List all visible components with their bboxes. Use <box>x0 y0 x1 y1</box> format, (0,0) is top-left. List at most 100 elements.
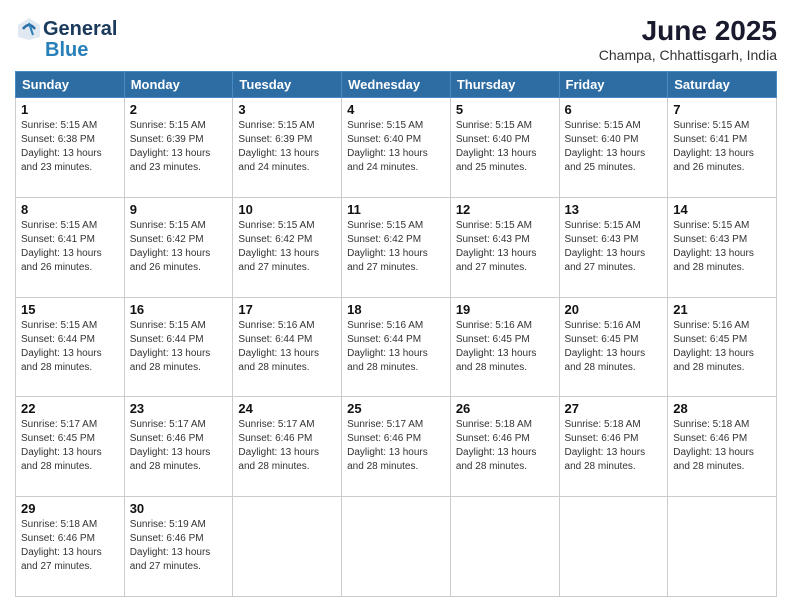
sunrise: Sunrise: 5:16 AM <box>456 320 532 331</box>
daylight: Daylight: 13 hours and 27 minutes. <box>456 248 537 273</box>
day-info: Sunrise: 5:19 AM Sunset: 6:46 PM Dayligh… <box>130 518 228 574</box>
sunrise: Sunrise: 5:15 AM <box>130 320 206 331</box>
col-sunday: Sunday <box>16 72 125 98</box>
day-info: Sunrise: 5:15 AM Sunset: 6:44 PM Dayligh… <box>130 319 228 375</box>
table-row: 5 Sunrise: 5:15 AM Sunset: 6:40 PM Dayli… <box>450 98 559 198</box>
logo-icon <box>15 15 43 43</box>
col-friday: Friday <box>559 72 668 98</box>
table-row: 19 Sunrise: 5:16 AM Sunset: 6:45 PM Dayl… <box>450 297 559 397</box>
table-row: 4 Sunrise: 5:15 AM Sunset: 6:40 PM Dayli… <box>342 98 451 198</box>
table-row: 9 Sunrise: 5:15 AM Sunset: 6:42 PM Dayli… <box>124 197 233 297</box>
table-row: 13 Sunrise: 5:15 AM Sunset: 6:43 PM Dayl… <box>559 197 668 297</box>
table-row: 6 Sunrise: 5:15 AM Sunset: 6:40 PM Dayli… <box>559 98 668 198</box>
day-number: 20 <box>565 302 663 317</box>
table-row: 26 Sunrise: 5:18 AM Sunset: 6:46 PM Dayl… <box>450 397 559 497</box>
table-row <box>668 497 777 597</box>
sunset: Sunset: 6:45 PM <box>565 334 639 345</box>
sunrise: Sunrise: 5:15 AM <box>238 120 314 131</box>
daylight: Daylight: 13 hours and 26 minutes. <box>673 148 754 173</box>
sunset: Sunset: 6:46 PM <box>565 433 639 444</box>
sunrise: Sunrise: 5:15 AM <box>565 120 641 131</box>
table-row: 12 Sunrise: 5:15 AM Sunset: 6:43 PM Dayl… <box>450 197 559 297</box>
day-info: Sunrise: 5:18 AM Sunset: 6:46 PM Dayligh… <box>21 518 119 574</box>
table-row: 23 Sunrise: 5:17 AM Sunset: 6:46 PM Dayl… <box>124 397 233 497</box>
location: Champa, Chhattisgarh, India <box>599 47 777 63</box>
calendar-row: 15 Sunrise: 5:15 AM Sunset: 6:44 PM Dayl… <box>16 297 777 397</box>
day-number: 5 <box>456 102 554 117</box>
table-row: 24 Sunrise: 5:17 AM Sunset: 6:46 PM Dayl… <box>233 397 342 497</box>
day-info: Sunrise: 5:15 AM Sunset: 6:40 PM Dayligh… <box>456 119 554 175</box>
daylight: Daylight: 13 hours and 28 minutes. <box>565 447 646 472</box>
table-row <box>342 497 451 597</box>
sunrise: Sunrise: 5:15 AM <box>21 120 97 131</box>
daylight: Daylight: 13 hours and 23 minutes. <box>21 148 102 173</box>
sunset: Sunset: 6:40 PM <box>347 134 421 145</box>
daylight: Daylight: 13 hours and 26 minutes. <box>21 248 102 273</box>
sunrise: Sunrise: 5:18 AM <box>673 419 749 430</box>
sunrise: Sunrise: 5:15 AM <box>456 120 532 131</box>
col-wednesday: Wednesday <box>342 72 451 98</box>
day-number: 9 <box>130 202 228 217</box>
sunset: Sunset: 6:43 PM <box>565 234 639 245</box>
daylight: Daylight: 13 hours and 27 minutes. <box>347 248 428 273</box>
sunrise: Sunrise: 5:15 AM <box>347 220 423 231</box>
day-number: 17 <box>238 302 336 317</box>
sunrise: Sunrise: 5:16 AM <box>565 320 641 331</box>
sunset: Sunset: 6:46 PM <box>130 533 204 544</box>
sunrise: Sunrise: 5:17 AM <box>238 419 314 430</box>
table-row: 11 Sunrise: 5:15 AM Sunset: 6:42 PM Dayl… <box>342 197 451 297</box>
day-number: 16 <box>130 302 228 317</box>
sunrise: Sunrise: 5:17 AM <box>130 419 206 430</box>
sunset: Sunset: 6:46 PM <box>21 533 95 544</box>
day-info: Sunrise: 5:15 AM Sunset: 6:43 PM Dayligh… <box>673 219 771 275</box>
sunset: Sunset: 6:39 PM <box>238 134 312 145</box>
logo-blue: Blue <box>45 39 88 62</box>
table-row: 10 Sunrise: 5:15 AM Sunset: 6:42 PM Dayl… <box>233 197 342 297</box>
col-saturday: Saturday <box>668 72 777 98</box>
day-info: Sunrise: 5:15 AM Sunset: 6:40 PM Dayligh… <box>347 119 445 175</box>
daylight: Daylight: 13 hours and 24 minutes. <box>238 148 319 173</box>
table-row: 28 Sunrise: 5:18 AM Sunset: 6:46 PM Dayl… <box>668 397 777 497</box>
sunrise: Sunrise: 5:16 AM <box>238 320 314 331</box>
table-row: 1 Sunrise: 5:15 AM Sunset: 6:38 PM Dayli… <box>16 98 125 198</box>
sunrise: Sunrise: 5:15 AM <box>130 120 206 131</box>
calendar-table: Sunday Monday Tuesday Wednesday Thursday… <box>15 71 777 597</box>
daylight: Daylight: 13 hours and 28 minutes. <box>673 248 754 273</box>
day-info: Sunrise: 5:15 AM Sunset: 6:44 PM Dayligh… <box>21 319 119 375</box>
sunrise: Sunrise: 5:19 AM <box>130 519 206 530</box>
day-number: 12 <box>456 202 554 217</box>
sunset: Sunset: 6:44 PM <box>238 334 312 345</box>
day-number: 11 <box>347 202 445 217</box>
daylight: Daylight: 13 hours and 26 minutes. <box>130 248 211 273</box>
day-number: 15 <box>21 302 119 317</box>
logo-general: General <box>43 18 117 41</box>
daylight: Daylight: 13 hours and 27 minutes. <box>21 547 102 572</box>
daylight: Daylight: 13 hours and 24 minutes. <box>347 148 428 173</box>
sunset: Sunset: 6:41 PM <box>673 134 747 145</box>
day-info: Sunrise: 5:16 AM Sunset: 6:45 PM Dayligh… <box>673 319 771 375</box>
sunrise: Sunrise: 5:15 AM <box>130 220 206 231</box>
day-info: Sunrise: 5:16 AM Sunset: 6:44 PM Dayligh… <box>238 319 336 375</box>
day-info: Sunrise: 5:17 AM Sunset: 6:46 PM Dayligh… <box>238 418 336 474</box>
logo: General Blue <box>15 15 117 62</box>
month-title: June 2025 <box>599 15 777 47</box>
daylight: Daylight: 13 hours and 28 minutes. <box>456 348 537 373</box>
sunset: Sunset: 6:45 PM <box>456 334 530 345</box>
day-number: 6 <box>565 102 663 117</box>
day-info: Sunrise: 5:18 AM Sunset: 6:46 PM Dayligh… <box>673 418 771 474</box>
sunrise: Sunrise: 5:18 AM <box>21 519 97 530</box>
calendar-row: 22 Sunrise: 5:17 AM Sunset: 6:45 PM Dayl… <box>16 397 777 497</box>
table-row: 30 Sunrise: 5:19 AM Sunset: 6:46 PM Dayl… <box>124 497 233 597</box>
sunrise: Sunrise: 5:15 AM <box>565 220 641 231</box>
calendar-row: 1 Sunrise: 5:15 AM Sunset: 6:38 PM Dayli… <box>16 98 777 198</box>
sunset: Sunset: 6:41 PM <box>21 234 95 245</box>
day-number: 25 <box>347 401 445 416</box>
sunrise: Sunrise: 5:15 AM <box>456 220 532 231</box>
sunrise: Sunrise: 5:15 AM <box>347 120 423 131</box>
sunset: Sunset: 6:46 PM <box>130 433 204 444</box>
day-number: 23 <box>130 401 228 416</box>
day-number: 4 <box>347 102 445 117</box>
day-number: 8 <box>21 202 119 217</box>
table-row: 15 Sunrise: 5:15 AM Sunset: 6:44 PM Dayl… <box>16 297 125 397</box>
day-number: 24 <box>238 401 336 416</box>
